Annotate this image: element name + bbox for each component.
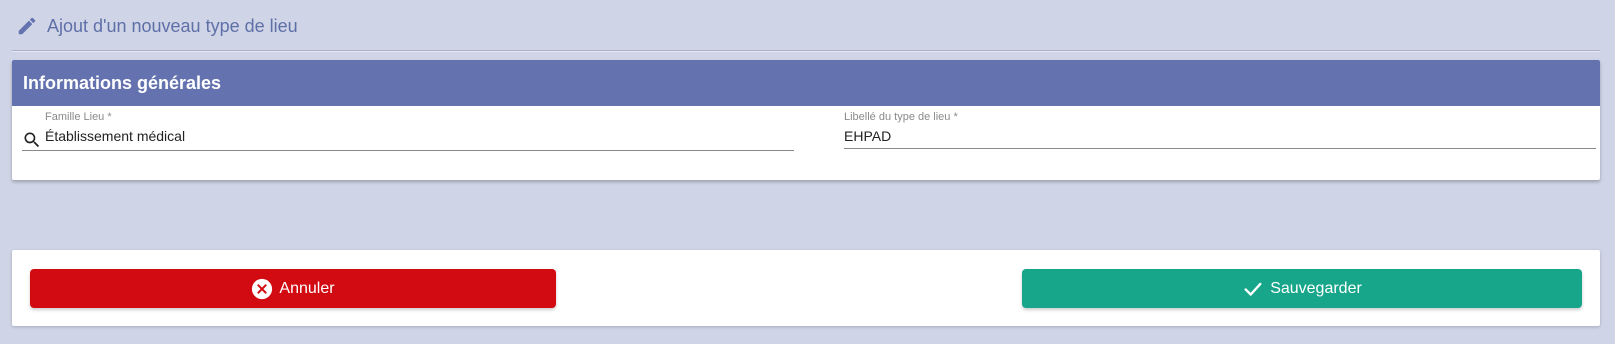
libelle-type-lieu-label: Libellé du type de lieu * <box>844 111 958 123</box>
save-label: Sauvegarder <box>1270 279 1362 297</box>
libelle-type-lieu-input[interactable]: EHPAD <box>844 128 891 144</box>
search-icon[interactable] <box>22 130 42 150</box>
libelle-type-lieu-underline <box>844 148 1596 149</box>
close-circle-icon <box>252 278 273 299</box>
cancel-label: Annuler <box>279 279 335 297</box>
famille-lieu-underline <box>22 150 794 151</box>
general-info-card: Informations générales Famille Lieu * Ét… <box>12 60 1600 180</box>
famille-lieu-label: Famille Lieu * <box>45 111 112 123</box>
famille-lieu-field[interactable]: Famille Lieu * Établissement médical <box>22 111 794 151</box>
section-title: Informations générales <box>12 60 1600 106</box>
cancel-button[interactable]: Annuler <box>30 269 556 308</box>
check-icon <box>1244 282 1262 296</box>
actions-bar: Annuler Sauvegarder <box>12 250 1600 326</box>
page-header: Ajout d'un nouveau type de lieu <box>12 0 1600 51</box>
pencil-icon <box>18 17 36 35</box>
save-button[interactable]: Sauvegarder <box>1022 269 1582 308</box>
famille-lieu-input[interactable]: Établissement médical <box>45 128 185 144</box>
page-title: Ajout d'un nouveau type de lieu <box>47 16 298 36</box>
libelle-type-lieu-field[interactable]: Libellé du type de lieu * EHPAD <box>844 111 1596 149</box>
